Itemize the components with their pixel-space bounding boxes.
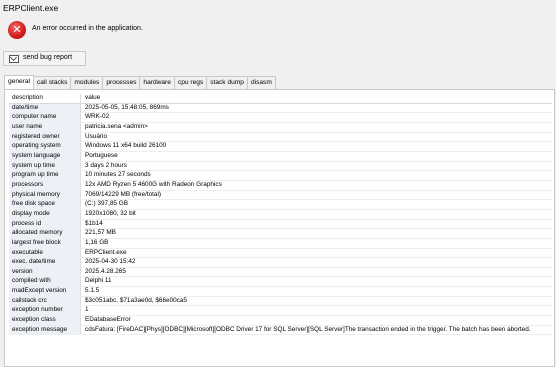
row-key: exec. date/time bbox=[9, 257, 81, 268]
error-message: An error occurred in the application. bbox=[32, 25, 143, 32]
row-key: callstack crc bbox=[9, 296, 81, 307]
row-value: Usuário bbox=[80, 132, 552, 143]
row-key: madExcept version bbox=[9, 286, 81, 297]
row-key: user name bbox=[9, 122, 81, 133]
row-value: 10 minutes 27 seconds bbox=[80, 170, 552, 181]
table-row[interactable]: compiled with Delphi 11 bbox=[9, 276, 552, 288]
send-bug-report-label: send bug report bbox=[23, 54, 73, 61]
tab-hardware[interactable]: hardware bbox=[139, 76, 175, 89]
row-key: exception number bbox=[9, 305, 81, 317]
table-row[interactable]: system up time 3 days 2 hours bbox=[9, 161, 552, 172]
table-row[interactable]: exec. date/time 2025-04-30 15:42 bbox=[9, 257, 552, 268]
row-value: cdsFatura: [FireDAC][Phys][ODBC][Microso… bbox=[80, 325, 552, 336]
row-value: ERPClient.exe bbox=[80, 248, 552, 259]
row-value: 2025-04-30 15:42 bbox=[80, 257, 552, 268]
row-key: largest free block bbox=[9, 238, 81, 249]
table-row[interactable]: madExcept version 5.1.5 bbox=[9, 286, 552, 297]
row-key: date/time bbox=[9, 103, 81, 114]
row-value: 12x AMD Ryzen 5 4600G with Radeon Graphi… bbox=[80, 180, 552, 191]
table-row[interactable]: system language Portuguese bbox=[9, 151, 552, 162]
row-value: 221,57 MB bbox=[80, 228, 552, 239]
row-value: Portuguese bbox=[80, 151, 552, 162]
table-row[interactable]: date/time 2025-05-05, 15:48:05, 869ms bbox=[9, 103, 552, 114]
table-row[interactable]: exception number 1 bbox=[9, 305, 552, 317]
row-value: 5.1.5 bbox=[80, 286, 552, 297]
table-row[interactable]: exception message cdsFatura: [FireDAC][Ph… bbox=[9, 325, 552, 336]
row-value: 7069/14229 MB (free/total) bbox=[80, 190, 552, 201]
row-key: allocated memory bbox=[9, 228, 81, 239]
row-value: $3c051abc, $71a3ae0d, $66e00ca5 bbox=[80, 296, 552, 307]
general-tab-panel: description value date/time 2025-05-05, 1… bbox=[4, 89, 555, 367]
row-value: WRK-02 bbox=[80, 112, 552, 123]
row-key: operating system bbox=[9, 141, 81, 152]
table-row[interactable]: operating system Windows 11 x64 build 261… bbox=[9, 141, 552, 152]
tab-modules[interactable]: modules bbox=[70, 76, 104, 89]
table-row[interactable]: allocated memory 221,57 MB bbox=[9, 228, 552, 239]
table-row[interactable]: exception class EDatabaseError bbox=[9, 315, 552, 326]
table-row[interactable]: display mode 1920x1080, 32 bit bbox=[9, 209, 552, 220]
row-value: Delphi 11 bbox=[80, 276, 552, 288]
row-value: (C:) 397,85 GB bbox=[80, 199, 552, 210]
row-value: 2025-05-05, 15:48:05, 869ms bbox=[80, 103, 552, 114]
row-key: system language bbox=[9, 151, 81, 162]
row-value: Windows 11 x64 build 26100 bbox=[80, 141, 552, 152]
row-value: 1 bbox=[80, 305, 552, 317]
row-key: executable bbox=[9, 248, 81, 259]
row-key: compiled with bbox=[9, 276, 81, 288]
row-value: EDatabaseError bbox=[80, 315, 552, 326]
table-row[interactable]: process id $1b14 bbox=[9, 219, 552, 230]
table-row[interactable]: registered owner Usuário bbox=[9, 132, 552, 143]
column-header-value[interactable]: value bbox=[80, 94, 552, 104]
table-row[interactable]: largest free block 1,16 GB bbox=[9, 238, 552, 249]
details-grid: description value date/time 2025-05-05, 1… bbox=[9, 94, 552, 336]
table-row[interactable]: free disk space (C:) 397,85 GB bbox=[9, 199, 552, 210]
tab-disasm[interactable]: disasm bbox=[246, 76, 276, 89]
row-key: display mode bbox=[9, 209, 81, 220]
row-key: program up time bbox=[9, 170, 81, 181]
row-key: exception class bbox=[9, 315, 81, 326]
column-header-description[interactable]: description bbox=[9, 94, 81, 104]
table-row[interactable]: executable ERPClient.exe bbox=[9, 248, 552, 259]
row-key: process id bbox=[9, 219, 81, 230]
table-row[interactable]: program up time 10 minutes 27 seconds bbox=[9, 170, 552, 181]
row-value: patricia.sena <admin> bbox=[80, 122, 552, 133]
window-title: ERPClient.exe bbox=[3, 3, 59, 13]
row-value: 2025.4.28.265 bbox=[80, 267, 552, 278]
row-key: computer name bbox=[9, 112, 81, 123]
row-value: 3 days 2 hours bbox=[80, 161, 552, 172]
grid-header-row: description value bbox=[9, 94, 552, 104]
row-key: free disk space bbox=[9, 199, 81, 210]
table-row[interactable]: physical memory 7069/14229 MB (free/total… bbox=[9, 190, 552, 201]
tab-call-stacks[interactable]: call stacks bbox=[33, 76, 72, 89]
tab-cpu-regs[interactable]: cpu regs bbox=[173, 76, 208, 89]
row-key: physical memory bbox=[9, 190, 81, 201]
row-key: processors bbox=[9, 180, 81, 191]
table-row[interactable]: processors 12x AMD Ryzen 5 4600G with Rad… bbox=[9, 180, 552, 191]
send-bug-report-button[interactable]: send bug report bbox=[3, 51, 86, 66]
row-key: exception message bbox=[9, 325, 81, 336]
tab-stack-dump[interactable]: stack dump bbox=[206, 76, 248, 89]
row-key: version bbox=[9, 267, 81, 278]
error-icon: ✕ bbox=[8, 21, 26, 39]
row-key: registered owner bbox=[9, 132, 81, 143]
tab-processes[interactable]: processes bbox=[102, 76, 141, 89]
row-value: 1,16 GB bbox=[80, 238, 552, 249]
envelope-icon bbox=[9, 55, 19, 63]
table-row[interactable]: computer name WRK-02 bbox=[9, 112, 552, 123]
tab-strip: general call stacks modules processes ha… bbox=[4, 75, 276, 89]
row-value: 1920x1080, 32 bit bbox=[80, 209, 552, 220]
tab-general[interactable]: general bbox=[4, 75, 34, 89]
table-row[interactable]: version 2025.4.28.265 bbox=[9, 267, 552, 278]
row-key: system up time bbox=[9, 161, 81, 172]
table-row[interactable]: user name patricia.sena <admin> bbox=[9, 122, 552, 133]
row-value: $1b14 bbox=[80, 219, 552, 230]
table-row[interactable]: callstack crc $3c051abc, $71a3ae0d, $66e0… bbox=[9, 296, 552, 307]
